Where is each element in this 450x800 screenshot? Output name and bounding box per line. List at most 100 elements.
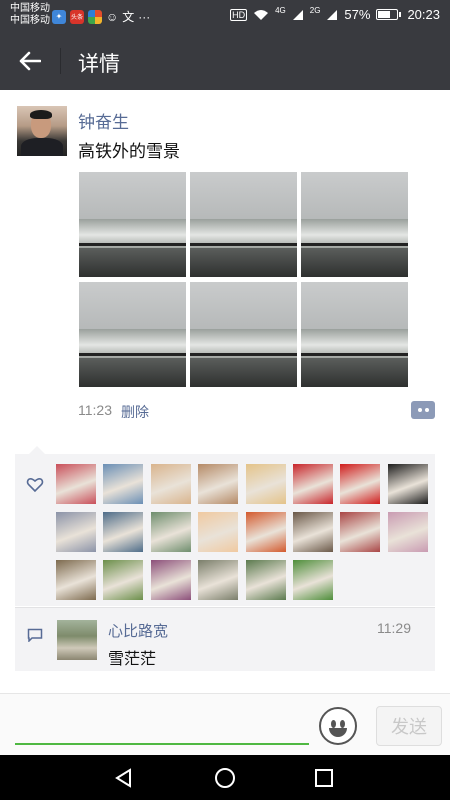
like-avatar[interactable] [56,512,96,552]
carrier-labels: 中国移动 中国移动 [10,3,50,27]
like-avatar[interactable] [150,560,191,600]
battery-icon [376,9,399,20]
photo-glass [190,247,297,277]
like-avatar[interactable] [103,560,144,600]
like-avatar[interactable] [198,560,239,600]
photo-glass [79,357,186,387]
signal-1-icon [292,9,303,20]
post-time: 11:23 [78,402,112,418]
network-2-label: 2G [309,6,321,15]
commenter-name[interactable]: 心比路宽 [108,620,168,641]
carrier-1: 中国移动 [10,3,50,14]
like-avatar[interactable] [387,512,428,552]
wechat-notify-icon: ☺ [106,9,119,24]
triangle-back-icon [115,768,131,788]
commenter-avatar[interactable] [57,620,97,660]
comment-menu-button[interactable] [411,401,435,419]
status-right: HD 4G 2G 57% 20:23 [230,6,440,22]
send-button[interactable]: 发送 [376,706,442,746]
photo-bar [190,353,297,357]
photo-bar [301,243,408,247]
battery-percent: 57% [344,7,371,22]
photo-glass [301,247,408,277]
arrow-left-icon [19,51,41,71]
photo-bar [79,243,186,247]
notification-icons: ✦ 头条 ☺ 文 ··· [52,8,150,25]
author-avatar[interactable] [17,106,67,156]
avatar-hair [30,110,52,119]
nav-home-button[interactable] [212,765,238,791]
author-name[interactable]: 钟奋生 [78,108,129,133]
like-avatar[interactable] [198,464,239,504]
like-avatar[interactable] [56,464,96,504]
delete-link[interactable]: 删除 [121,402,149,422]
page-title: 详情 [78,53,120,76]
more-notifications: ··· [138,9,151,24]
system-nav-bar [0,755,450,800]
likes-panel [15,446,435,606]
smiley-eye [331,720,336,728]
nav-recent-button[interactable] [311,765,337,791]
network-1-label: 4G [275,6,286,15]
text-notify-icon: 文 [122,10,135,24]
toutiao-icon: 头条 [70,9,84,24]
battery-tip [399,12,402,17]
smiley-icon[interactable] [319,707,357,745]
input-bar: 发送 [0,693,450,755]
photo-glass [190,357,297,387]
like-avatar[interactable] [103,512,144,552]
post-text: 高铁外的雪景 [78,142,180,161]
photo-bar [301,353,408,357]
photo-glass [79,247,186,277]
dot [417,408,422,412]
app-multicolor-icon [88,9,102,24]
like-avatar[interactable] [56,560,96,600]
like-avatar[interactable] [245,560,286,600]
post-photo-5[interactable] [190,282,297,387]
post-photo-6[interactable] [301,282,408,387]
title-bar: 详情 [0,32,450,90]
app-blue-icon: ✦ [52,9,66,24]
like-avatar[interactable] [340,512,381,552]
comment-row[interactable]: 心比路宽 11:29 雪茫茫 [15,607,435,671]
square-recent-icon [315,769,333,787]
like-avatar[interactable] [387,464,428,504]
like-avatar[interactable] [150,512,191,552]
like-avatar[interactable] [150,464,191,504]
status-bar: 中国移动 中国移动 ✦ 头条 ☺ 文 ··· HD 4G 2G 57% 20:2… [0,0,450,32]
like-avatar[interactable] [293,464,333,504]
like-avatar[interactable] [198,512,239,552]
post-photo-1[interactable] [79,172,186,277]
comment-input[interactable] [15,743,309,745]
back-button[interactable] [10,41,50,81]
like-avatar[interactable] [293,512,333,552]
dot [424,408,429,412]
circle-home-icon [215,768,235,788]
photo-glass [301,357,408,387]
carrier-2: 中国移动 [10,15,50,26]
photo-grid [79,172,408,387]
like-avatar[interactable] [340,464,381,504]
wifi-icon [254,9,269,20]
like-avatar[interactable] [245,512,286,552]
hd-badge: HD [230,8,248,21]
post-photo-4[interactable] [79,282,186,387]
clock: 20:23 [407,7,440,22]
like-avatar[interactable] [245,464,286,504]
post-photo-2[interactable] [190,172,297,277]
title-divider [60,48,61,74]
comment-text: 雪茫茫 [108,651,157,668]
avatar-body [21,138,63,156]
photo-bar [190,243,297,247]
like-avatar[interactable] [103,464,144,504]
photo-bar [79,353,186,357]
signal-2-icon [327,9,338,20]
comment-time: 11:29 [377,620,411,636]
like-avatar[interactable] [293,560,333,600]
comment-bubble-icon [27,628,43,642]
post-photo-3[interactable] [301,172,408,277]
nav-back-button[interactable] [111,765,137,791]
smiley-eye [340,720,345,728]
smiley-mouth [329,728,347,737]
heart-icon [26,477,44,493]
